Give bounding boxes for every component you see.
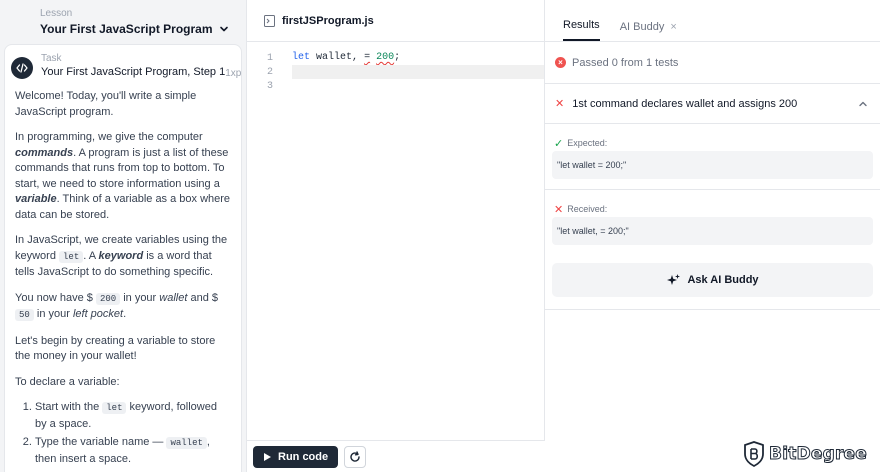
code-line[interactable]: 2 xyxy=(247,65,544,79)
instruction-paragraph: To declare a variable: xyxy=(15,375,120,388)
inline-code: wallet xyxy=(166,437,207,449)
lesson-panel: Lesson Your First JavaScript Program Tas… xyxy=(0,0,247,472)
emphasis-text: variable xyxy=(15,193,57,205)
ask-ai-buddy-label: Ask AI Buddy xyxy=(687,274,759,286)
code-text[interactable]: let wallet, = 200; xyxy=(292,51,544,65)
emphasis-text: commands xyxy=(15,146,74,159)
play-icon xyxy=(264,452,271,461)
task-card: Task Your First JavaScript Program, Step… xyxy=(4,44,242,472)
test-title: 1st command declares wallet and assigns … xyxy=(572,97,798,110)
fail-icon: ✕ xyxy=(555,98,565,110)
cross-icon: ✕ xyxy=(554,203,564,216)
task-title: Your First JavaScript Program, Step 1 xyxy=(41,66,226,78)
task-instructions: Welcome! Today, you'll write a simple Ja… xyxy=(5,81,241,467)
fail-icon: × xyxy=(555,57,566,68)
received-label: ✕ Received: xyxy=(554,203,608,216)
emphasis-text: keyword xyxy=(98,249,144,262)
test-result-row[interactable]: ✕ 1st command declares wallet and assign… xyxy=(545,84,880,124)
instruction-paragraph: Let's begin by creating a variable to st… xyxy=(15,334,216,363)
run-code-label: Run code xyxy=(278,450,329,463)
test-status-text: Passed 0 from 1 tests xyxy=(572,56,679,69)
divider xyxy=(545,309,880,310)
ask-ai-buddy-button[interactable]: Ask AI Buddy xyxy=(552,263,873,297)
file-name: firstJSProgram.js xyxy=(282,14,374,27)
list-item: Type the variable name — wallet, then in… xyxy=(35,435,231,467)
code-line[interactable]: 3 xyxy=(247,79,544,93)
editor-footer: Run code xyxy=(247,440,545,472)
run-code-button[interactable]: Run code xyxy=(253,445,339,468)
tab-ai-buddy[interactable]: AI Buddy × xyxy=(620,21,677,41)
chevron-down-icon[interactable] xyxy=(219,24,229,34)
tab-results[interactable]: Results xyxy=(563,19,600,41)
inline-code: let xyxy=(59,250,84,263)
code-editor[interactable]: 1 let wallet, = 200; 2 3 xyxy=(247,42,544,93)
line-number: 1 xyxy=(266,52,273,64)
test-status: × Passed 0 from 1 tests xyxy=(545,42,880,84)
instruction-paragraph: Welcome! Today, you'll write a simple Ja… xyxy=(15,90,197,118)
task-label: Task xyxy=(41,53,62,64)
line-number: 3 xyxy=(266,80,273,92)
instruction-paragraph: In JavaScript, we create variables using… xyxy=(15,234,228,278)
lesson-title[interactable]: Your First JavaScript Program xyxy=(40,22,246,36)
reset-button[interactable] xyxy=(344,445,367,468)
expected-label: ✓ Expected: xyxy=(554,137,608,150)
inline-code: let xyxy=(102,402,127,414)
line-number: 2 xyxy=(266,66,273,78)
instruction-paragraph: You now have $ 200 in your wallet and $ … xyxy=(15,291,218,321)
received-value: "let wallet, = 200;" xyxy=(552,217,873,245)
xp-badge: 1xp × xyxy=(225,66,242,81)
results-panel: Results AI Buddy × × Passed 0 from 1 tes… xyxy=(545,0,880,472)
italic-text: left pocket xyxy=(72,308,124,320)
file-tab[interactable]: firstJSProgram.js xyxy=(247,0,544,42)
inline-code: 200 xyxy=(95,292,121,305)
refresh-icon xyxy=(350,450,360,462)
italic-text: wallet xyxy=(159,291,188,304)
task-header: Task Your First JavaScript Program, Step… xyxy=(5,45,241,81)
code-text[interactable] xyxy=(292,65,544,79)
close-icon[interactable]: × xyxy=(670,21,676,33)
instruction-paragraph: In programming, we give the computer com… xyxy=(15,131,231,221)
file-icon xyxy=(264,14,275,27)
lesson-header[interactable]: Lesson Your First JavaScript Program xyxy=(0,0,246,44)
xp-text: 1xp xyxy=(225,68,242,79)
watermark-text: BitDegree xyxy=(769,444,868,465)
lesson-label: Lesson xyxy=(40,8,73,19)
bitdegree-logo-icon xyxy=(744,441,764,467)
instruction-steps: Start with the let keyword, followed by … xyxy=(15,400,231,467)
code-icon xyxy=(11,57,33,79)
lesson-title-text: Your First JavaScript Program xyxy=(40,22,213,36)
sparkle-icon xyxy=(667,273,681,285)
bitdegree-watermark: BitDegree xyxy=(743,441,867,467)
editor-panel: firstJSProgram.js 1 let wallet, = 200; 2… xyxy=(247,0,545,472)
chevron-up-icon[interactable] xyxy=(858,99,868,109)
inline-code: 50 xyxy=(15,309,34,321)
code-line[interactable]: 1 let wallet, = 200; xyxy=(247,51,544,65)
code-text[interactable] xyxy=(292,79,544,93)
check-icon: ✓ xyxy=(554,137,564,150)
results-tabs: Results AI Buddy × xyxy=(545,0,880,42)
expected-value: "let wallet = 200;" xyxy=(552,151,873,179)
list-item: Start with the let keyword, followed by … xyxy=(35,400,231,432)
